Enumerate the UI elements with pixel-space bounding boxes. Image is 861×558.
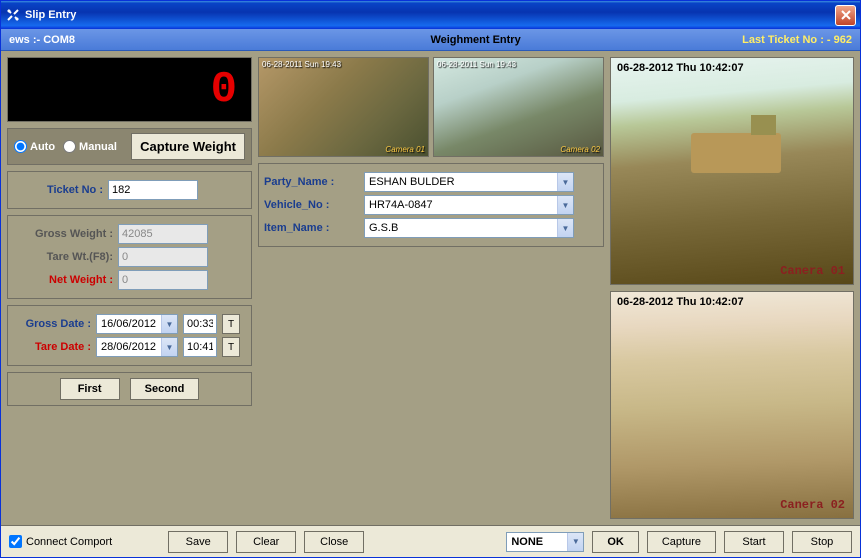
footer-toolbar: Connect Comport Save Clear Close NONE▼ O… <box>1 525 860 557</box>
gross-date-picker[interactable]: 16/06/2012▼ <box>96 314 178 334</box>
camera-feed-1[interactable]: 06-28-2012 Thu 10:42:07 Canera 01 <box>610 57 854 285</box>
stop-button[interactable]: Stop <box>792 531 852 553</box>
net-weight-label: Net Weight : <box>13 274 113 286</box>
chevron-down-icon: ▼ <box>557 196 573 214</box>
titlebar[interactable]: Slip Entry <box>1 1 860 29</box>
party-name-label: Party_Name : <box>264 176 359 188</box>
tare-weight-input <box>118 247 208 267</box>
save-button[interactable]: Save <box>168 531 228 553</box>
tare-weight-label: Tare Wt.(F8): <box>13 251 113 263</box>
ticket-no-label: Ticket No : <box>13 184 103 196</box>
weights-panel: Gross Weight : Tare Wt.(F8): Net Weight … <box>7 215 252 299</box>
thumb-label: Camera 02 <box>560 145 600 154</box>
chevron-down-icon: ▼ <box>567 533 583 551</box>
close-button[interactable]: Close <box>304 531 364 553</box>
camera-label: Canera 01 <box>780 264 845 278</box>
page-title: Weighment Entry <box>209 34 742 46</box>
party-panel: Party_Name : ESHAN BULDER▼ Vehicle_No : … <box>258 163 604 247</box>
vehicle-no-label: Vehicle_No : <box>264 199 359 211</box>
ticket-no-input[interactable] <box>108 180 198 200</box>
chevron-down-icon: ▼ <box>557 173 573 191</box>
tare-t-button[interactable]: T <box>222 337 240 357</box>
thumb-timestamp: 06-28-2011 Sun 19:43 <box>262 60 341 69</box>
slip-entry-window: Slip Entry ews :- COM8 Weighment Entry L… <box>0 0 861 558</box>
tare-date-picker[interactable]: 28/06/2012▼ <box>96 337 178 357</box>
connect-comport-checkbox[interactable]: Connect Comport <box>9 535 112 548</box>
clear-button[interactable]: Clear <box>236 531 296 553</box>
left-column: 0 Auto Manual Capture Weight Ticket No :… <box>7 57 252 519</box>
thumb-label: Camera 01 <box>385 145 425 154</box>
gross-weight-label: Gross Weight : <box>13 228 113 240</box>
right-column: 06-28-2012 Thu 10:42:07 Canera 01 06-28-… <box>610 57 854 519</box>
camera-feed-2[interactable]: 06-28-2012 Thu 10:42:07 Canera 02 <box>610 291 854 519</box>
start-button[interactable]: Start <box>724 531 784 553</box>
dates-panel: Gross Date : 16/06/2012▼ T Tare Date : 2… <box>7 305 252 366</box>
footer-select[interactable]: NONE▼ <box>506 532 584 552</box>
subheader: ews :- COM8 Weighment Entry Last Ticket … <box>1 29 860 51</box>
gross-time-input[interactable] <box>183 314 217 334</box>
tare-date-label: Tare Date : <box>13 341 91 353</box>
gross-weight-input <box>118 224 208 244</box>
tare-time-input[interactable] <box>183 337 217 357</box>
camera-thumb-1[interactable]: 06-28-2011 Sun 19:43 Camera 01 <box>258 57 429 157</box>
camera-timestamp: 06-28-2012 Thu 10:42:07 <box>617 296 744 308</box>
camera-thumb-2[interactable]: 06-28-2011 Sun 19:43 Camera 02 <box>433 57 604 157</box>
gross-t-button[interactable]: T <box>222 314 240 334</box>
chevron-down-icon: ▼ <box>557 219 573 237</box>
net-weight-input <box>118 270 208 290</box>
content-area: 0 Auto Manual Capture Weight Ticket No :… <box>1 51 860 525</box>
ok-button[interactable]: OK <box>592 531 639 553</box>
app-icon <box>5 7 21 23</box>
manual-radio[interactable]: Manual <box>63 140 117 153</box>
auto-radio[interactable]: Auto <box>14 140 55 153</box>
middle-column: 06-28-2011 Sun 19:43 Camera 01 06-28-201… <box>258 57 604 519</box>
weight-display: 0 <box>7 57 252 122</box>
truck-shape <box>691 133 781 173</box>
mode-panel: Auto Manual Capture Weight <box>7 128 252 165</box>
chevron-down-icon: ▼ <box>161 315 177 333</box>
item-name-label: Item_Name : <box>264 222 359 234</box>
party-name-select[interactable]: ESHAN BULDER▼ <box>364 172 574 192</box>
window-title: Slip Entry <box>25 9 835 21</box>
second-button[interactable]: Second <box>130 378 200 400</box>
capture-button[interactable]: Capture <box>647 531 716 553</box>
first-second-panel: First Second <box>7 372 252 406</box>
chevron-down-icon: ▼ <box>161 338 177 356</box>
close-icon[interactable] <box>835 5 856 26</box>
thumbnail-row: 06-28-2011 Sun 19:43 Camera 01 06-28-201… <box>258 57 604 157</box>
weight-value: 0 <box>211 65 239 115</box>
last-ticket-label: Last Ticket No : - 962 <box>742 34 852 46</box>
first-button[interactable]: First <box>60 378 120 400</box>
camera-label: Canera 02 <box>780 498 845 512</box>
camera-timestamp: 06-28-2012 Thu 10:42:07 <box>617 62 744 74</box>
vehicle-no-select[interactable]: HR74A-0847▼ <box>364 195 574 215</box>
capture-weight-button[interactable]: Capture Weight <box>131 133 245 160</box>
item-name-select[interactable]: G.S.B▼ <box>364 218 574 238</box>
thumb-timestamp: 06-28-2011 Sun 19:43 <box>437 60 516 69</box>
comport-label: ews :- COM8 <box>9 34 209 46</box>
gross-date-label: Gross Date : <box>13 318 91 330</box>
ticket-panel: Ticket No : <box>7 171 252 209</box>
